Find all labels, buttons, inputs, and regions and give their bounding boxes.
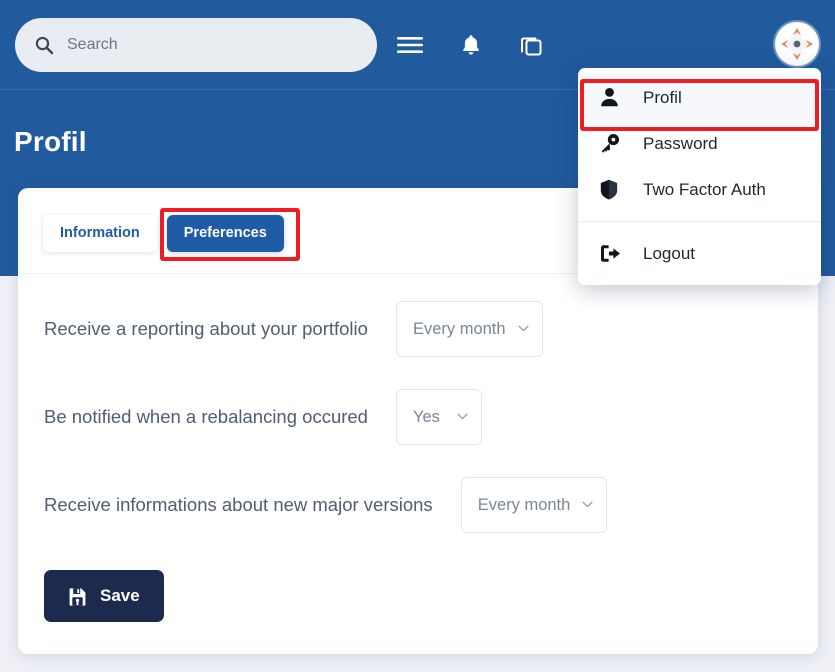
bell-icon[interactable] [455, 30, 487, 60]
menu-item-logout[interactable]: Logout [578, 230, 821, 276]
tab-information[interactable]: Information [43, 215, 157, 252]
select-value: Yes [413, 408, 440, 427]
chevron-down-icon [518, 325, 529, 332]
search-icon [33, 34, 55, 56]
save-button-label: Save [100, 586, 140, 606]
preference-label: Receive informations about new major ver… [44, 494, 433, 516]
search-box[interactable] [15, 18, 377, 72]
preference-row: Receive informations about new major ver… [44, 477, 607, 533]
page-title: Profil [14, 126, 87, 158]
menu-item-label: Password [643, 135, 718, 152]
menu-item-profil[interactable]: Profil [578, 74, 821, 120]
menu-item-label: Logout [643, 245, 695, 262]
menu-item-label: Two Factor Auth [643, 181, 766, 198]
profile-dropdown-menu: Profil Password Two Factor Auth [578, 68, 821, 285]
logout-icon [600, 244, 626, 263]
menu-item-label: Profil [643, 89, 682, 106]
hamburger-menu-icon[interactable] [394, 30, 426, 60]
preference-row: Receive a reporting about your portfolio… [44, 301, 543, 357]
chevron-down-icon [457, 413, 468, 420]
menu-item-password[interactable]: Password [578, 120, 821, 166]
preference-row: Be notified when a rebalancing occured Y… [44, 389, 482, 445]
select-value: Every month [413, 320, 506, 339]
shield-icon [600, 179, 626, 200]
major-versions-select[interactable]: Every month [461, 477, 608, 533]
tab-preferences[interactable]: Preferences [167, 215, 284, 252]
key-icon [600, 133, 626, 153]
reporting-frequency-select[interactable]: Every month [396, 301, 543, 357]
avatar[interactable] [775, 22, 819, 66]
chevron-down-icon [582, 501, 593, 508]
tab-bar: Information Preferences [43, 215, 284, 252]
menu-item-two-factor-auth[interactable]: Two Factor Auth [578, 166, 821, 212]
save-button[interactable]: Save [44, 570, 164, 622]
preference-label: Receive a reporting about your portfolio [44, 318, 368, 340]
search-input[interactable] [67, 18, 359, 72]
rebalancing-notification-select[interactable]: Yes [396, 389, 482, 445]
preference-label: Be notified when a rebalancing occured [44, 406, 368, 428]
user-icon [600, 87, 626, 107]
select-value: Every month [478, 496, 571, 515]
clone-windows-icon[interactable] [515, 30, 547, 60]
menu-divider [578, 221, 821, 222]
floppy-disk-icon [68, 587, 87, 606]
